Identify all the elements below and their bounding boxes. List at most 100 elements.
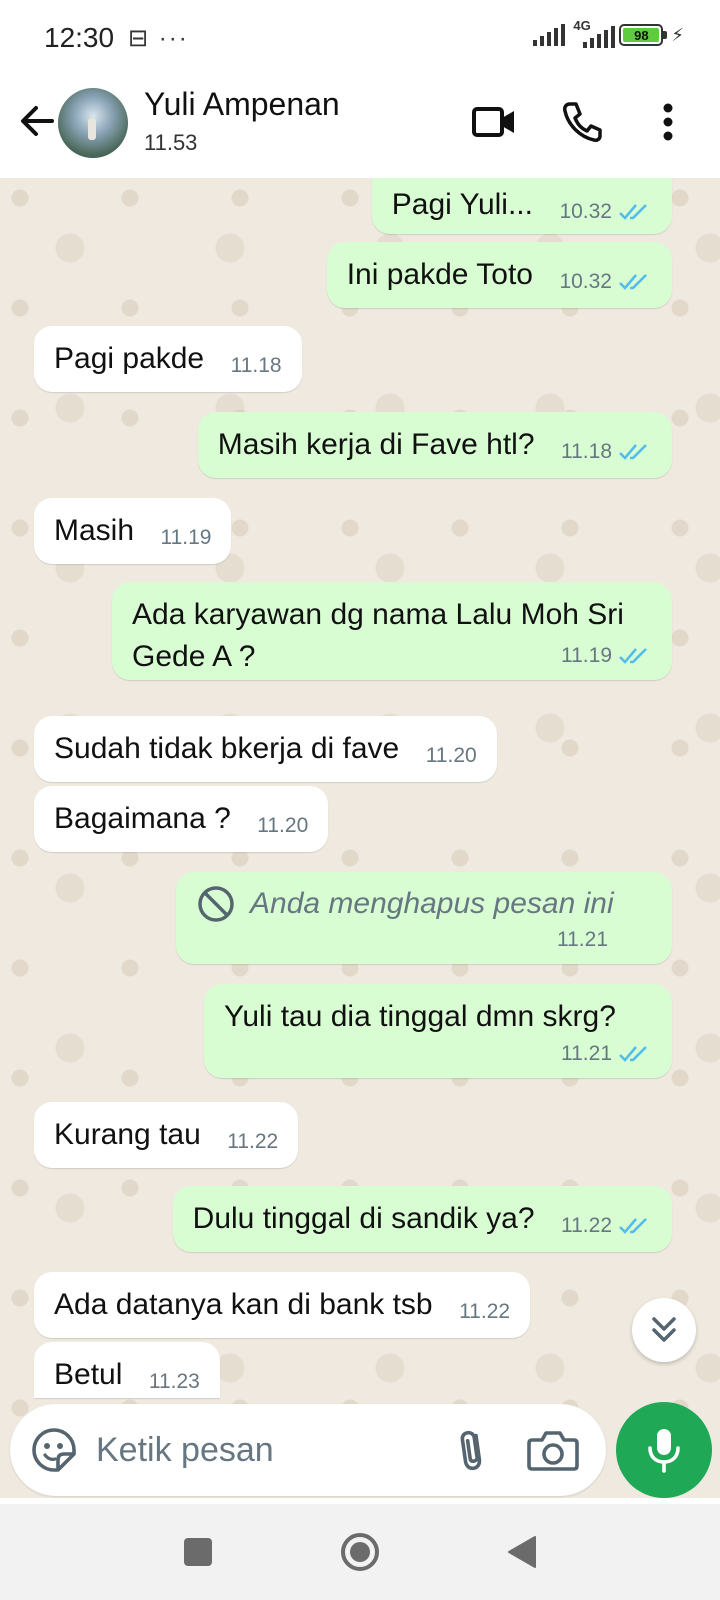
message-list[interactable]: Pagi Yuli... 10.32 Ini pakde Toto 10.32 …	[0, 178, 720, 1498]
camera-button[interactable]	[524, 1424, 582, 1476]
message-time: 11.22	[227, 1130, 279, 1153]
recents-button[interactable]	[176, 1530, 220, 1574]
signal-icon	[533, 24, 566, 46]
scroll-to-bottom-button[interactable]	[632, 1298, 696, 1362]
message-text: Ini pakde Toto	[346, 258, 533, 291]
message-time: 11.18	[230, 354, 282, 377]
message-meta: 11.22	[561, 1214, 652, 1238]
status-bar: 12:30 ⊟ ··· 4G 98 ⚡	[0, 0, 720, 74]
read-ticks-icon	[619, 204, 647, 220]
message-text: Sudah tidak bkerja di fave	[54, 732, 400, 765]
message-time: 11.19	[561, 644, 612, 667]
camera-icon	[527, 1431, 579, 1471]
blocked-icon	[198, 886, 234, 922]
message-time: 11.20	[257, 814, 309, 837]
message-text: Pagi Yuli...	[391, 188, 533, 221]
message-meta: 11.22	[227, 1130, 278, 1154]
status-indicators: 4G 98 ⚡	[533, 18, 684, 48]
message-meta: 11.22	[459, 1300, 510, 1324]
message-time: 11.21	[557, 928, 608, 951]
network-4g-icon: 4G	[573, 18, 616, 48]
message-bubble[interactable]: Pagi pakde 11.18	[34, 326, 302, 392]
system-navigation-bar	[0, 1504, 720, 1600]
message-text: Bagaimana ?	[54, 802, 231, 835]
message-text: Pagi pakde	[54, 342, 205, 375]
read-ticks-icon	[619, 1218, 647, 1234]
message-text: Masih kerja di Fave htl?	[217, 428, 535, 461]
message-bubble[interactable]: Pagi Yuli... 10.32	[371, 178, 672, 234]
double-chevron-down-icon	[652, 1317, 676, 1342]
message-time: 11.20	[425, 744, 477, 767]
message-text: Yuli tau dia tinggal dmn skrg?	[224, 1000, 616, 1033]
message-text: Dulu tinggal di sandik ya?	[192, 1202, 535, 1235]
message-time: 11.23	[148, 1370, 200, 1393]
paperclip-icon	[460, 1430, 482, 1471]
nav-square-icon	[184, 1538, 212, 1566]
message-bubble[interactable]: Ada datanya kan di bank tsb 11.22	[34, 1272, 531, 1338]
sticker-button[interactable]	[28, 1424, 80, 1476]
charging-icon: ⚡	[671, 24, 684, 45]
notification-icons: ⊟ ···	[128, 25, 189, 52]
deleted-message-bubble[interactable]: Anda menghapus pesan ini 11.21	[176, 872, 672, 964]
message-text: Betul	[54, 1358, 123, 1391]
message-input[interactable]	[96, 1426, 416, 1474]
message-meta: 11.19	[160, 526, 211, 550]
message-bubble[interactable]: Yuli tau dia tinggal dmn skrg? 11.21	[204, 984, 672, 1078]
deleted-message-text: Anda menghapus pesan ini	[250, 887, 614, 920]
nav-circle-icon	[341, 1533, 379, 1571]
message-text: Kurang tau	[54, 1118, 201, 1151]
message-meta: 11.23	[149, 1370, 200, 1394]
message-meta: 11.18	[231, 354, 282, 378]
message-bubble[interactable]: Ini pakde Toto 10.32	[326, 242, 672, 308]
message-meta: 11.20	[426, 744, 477, 768]
message-bubble[interactable]: Ada karyawan dg nama Lalu Moh Sri Gede A…	[112, 582, 672, 680]
message-time: 10.32	[559, 200, 612, 223]
message-meta: 11.21	[224, 1042, 652, 1066]
attach-button[interactable]	[448, 1424, 500, 1476]
back-button[interactable]	[12, 96, 62, 146]
message-bubble[interactable]: Sudah tidak bkerja di fave 11.20	[34, 716, 497, 782]
video-call-button[interactable]	[466, 94, 522, 150]
video-call-icon	[472, 107, 514, 137]
more-vert-icon	[663, 103, 673, 141]
message-time: 11.19	[160, 526, 212, 549]
read-ticks-icon	[619, 274, 647, 290]
message-time: 11.22	[561, 1214, 612, 1237]
voice-message-button[interactable]	[616, 1402, 712, 1498]
message-composer	[10, 1404, 606, 1496]
more-options-button[interactable]	[640, 94, 696, 150]
read-ticks-icon	[619, 648, 647, 664]
back-nav-button[interactable]	[500, 1530, 544, 1574]
voice-call-button[interactable]	[554, 94, 610, 150]
message-bubble[interactable]: Betul 11.23	[34, 1342, 220, 1398]
mic-icon	[648, 1429, 680, 1473]
message-bubble[interactable]: Dulu tinggal di sandik ya? 11.22	[172, 1186, 672, 1252]
message-text: Ada datanya kan di bank tsb	[54, 1288, 433, 1321]
read-ticks-icon	[619, 444, 647, 460]
message-bubble[interactable]: Masih 11.19	[34, 498, 232, 564]
status-time: 12:30	[44, 22, 115, 53]
read-ticks-icon	[619, 1046, 647, 1062]
message-time: 11.18	[561, 440, 612, 463]
message-text: Masih	[54, 514, 135, 547]
back-arrow-icon	[21, 106, 54, 136]
contact-name[interactable]: Yuli Ampenan	[144, 86, 340, 123]
message-bubble[interactable]: Masih kerja di Fave htl? 11.18	[197, 412, 672, 478]
message-time: 10.32	[559, 270, 612, 293]
contact-last-seen: 11.53	[144, 130, 198, 155]
phone-icon	[563, 102, 602, 142]
battery-icon: 98	[619, 24, 668, 46]
chat-header: Yuli Ampenan 11.53	[0, 74, 720, 178]
home-button[interactable]	[338, 1530, 382, 1574]
message-meta: 11.21	[196, 928, 652, 952]
avatar[interactable]	[58, 88, 128, 158]
message-bubble[interactable]: Kurang tau 11.22	[34, 1102, 299, 1168]
message-meta: 11.18	[561, 440, 652, 464]
message-meta: 10.32	[559, 200, 652, 224]
message-meta: 10.32	[559, 270, 652, 294]
nav-triangle-icon	[508, 1536, 536, 1568]
message-bubble[interactable]: Bagaimana ? 11.20	[34, 786, 329, 852]
sticker-icon	[32, 1428, 76, 1472]
message-time: 11.21	[561, 1042, 612, 1065]
message-meta: 11.20	[257, 814, 308, 838]
